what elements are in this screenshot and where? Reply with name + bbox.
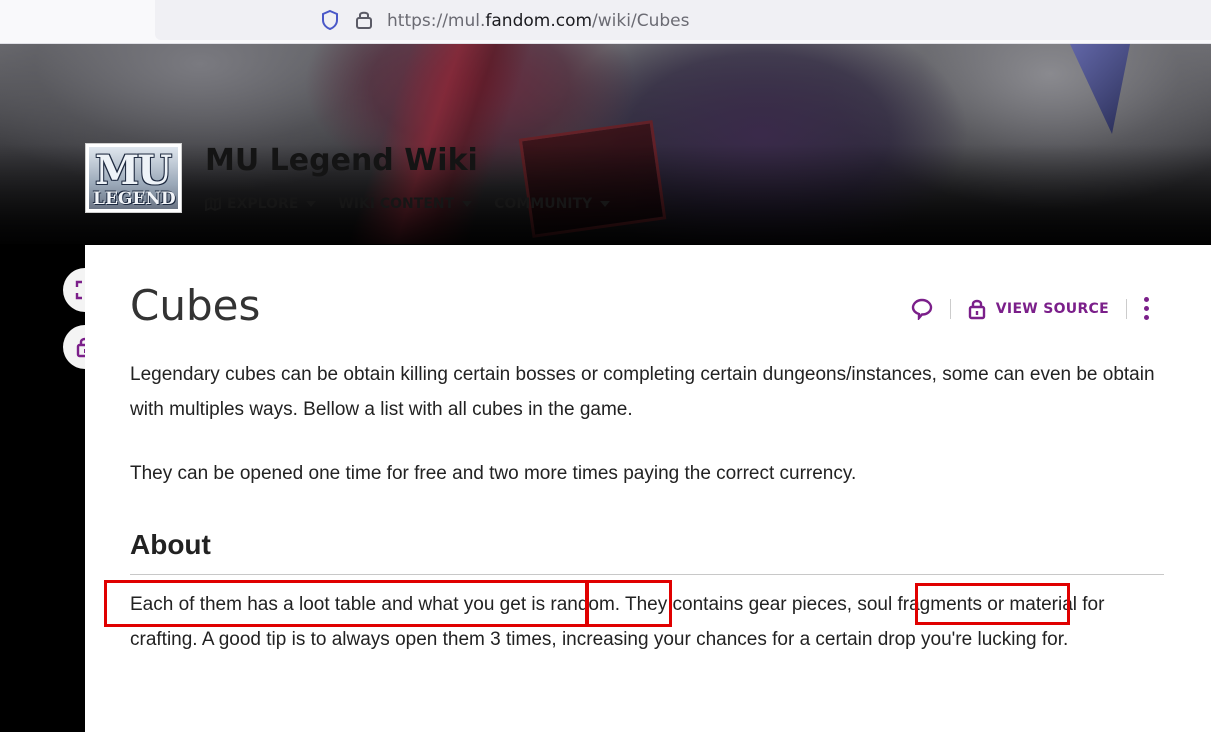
nav-wiki-content[interactable]: WIKI CONTENT — [338, 196, 473, 212]
url-text[interactable]: https://mul.fandom.com/wiki/Cubes — [387, 11, 689, 31]
page-title: Cubes — [130, 281, 261, 330]
highlight-box-soul-fragments — [915, 583, 1070, 625]
nav-explore-label: EXPLORE — [227, 196, 299, 212]
page-actions: VIEW SOURCE — [911, 297, 1149, 320]
view-source-button[interactable]: VIEW SOURCE — [968, 298, 1109, 320]
more-options-icon[interactable] — [1144, 297, 1149, 320]
wiki-nav: EXPLORE WIKI CONTENT COMMUNITY — [205, 196, 611, 212]
section-heading-about: About — [130, 529, 211, 560]
nav-wiki-content-label: WIKI CONTENT — [338, 196, 455, 212]
article-content: Cubes VIEW SOURCE Legendary cubes can be… — [85, 245, 1211, 732]
comment-icon[interactable] — [911, 298, 933, 320]
chevron-down-icon — [306, 201, 317, 207]
heading-divider — [130, 574, 1164, 575]
chevron-down-icon — [600, 201, 611, 207]
intro-paragraph: Legendary cubes can be obtain killing ce… — [130, 364, 1155, 420]
second-paragraph: They can be opened one time for free and… — [130, 463, 857, 484]
nav-explore[interactable]: EXPLORE — [205, 196, 317, 212]
view-source-label: VIEW SOURCE — [995, 300, 1109, 317]
wiki-title[interactable]: MU Legend Wiki — [205, 143, 478, 178]
shield-icon[interactable] — [320, 9, 340, 31]
compass-icon — [205, 197, 221, 211]
wiki-logo[interactable]: MU LEGEND — [85, 143, 182, 213]
highlight-box-random — [586, 580, 672, 627]
nav-community[interactable]: COMMUNITY — [494, 196, 611, 212]
lock-icon — [968, 299, 985, 319]
lock-icon[interactable] — [355, 9, 373, 29]
highlight-box-sentence — [104, 580, 588, 627]
browser-toolbar: https://mul.fandom.com/wiki/Cubes — [0, 0, 1211, 44]
chevron-down-icon — [462, 201, 473, 207]
url-field[interactable]: https://mul.fandom.com/wiki/Cubes — [155, 0, 1211, 40]
nav-community-label: COMMUNITY — [494, 196, 593, 212]
